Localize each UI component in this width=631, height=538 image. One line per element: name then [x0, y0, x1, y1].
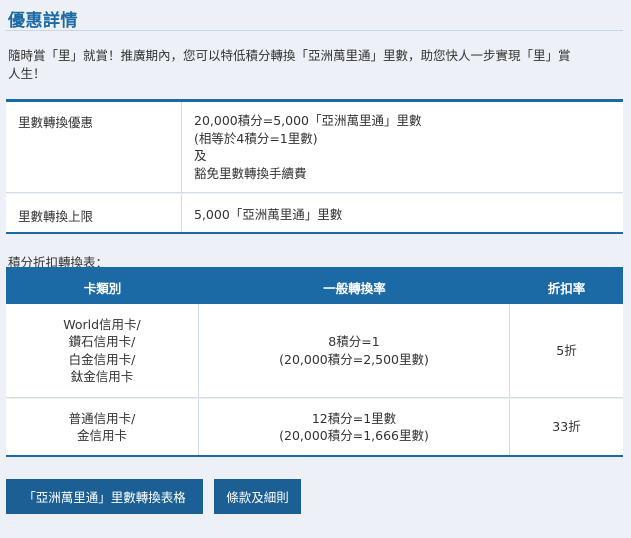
header-card-type: 卡類別 — [83, 281, 122, 296]
conversion-table-header: 卡類別 一般轉換率 折扣率 — [6, 267, 623, 304]
summary-value-line: (相等於4積分=1里數) — [194, 130, 318, 146]
card-type-line: 金信用卡 — [76, 428, 127, 443]
page-title: 優惠詳情 — [8, 11, 78, 31]
header-conversion-rate: 一般轉換率 — [323, 281, 386, 296]
conversion-rate-cell: 12積分=1里數 (20,000積分=1,666里數) — [199, 399, 510, 455]
card-type-line: World信用卡/ — [63, 316, 141, 332]
discount-cell: 33折 — [552, 419, 581, 435]
card-type-line: 鈦金信用卡 — [70, 369, 134, 384]
intro-line: 人生！ — [8, 66, 46, 81]
summary-table-bottom-border — [6, 232, 623, 234]
summary-value-line: 豁免里數轉換手續費 — [194, 165, 307, 181]
summary-label: 里數轉換優惠 — [6, 102, 182, 192]
rate-line: (20,000積分=2,500里數) — [279, 351, 429, 367]
summary-value: 20,000積分=5,000「亞洲萬里通」里數 (相等於4積分=1里數) 及 豁… — [194, 112, 615, 182]
card-type-line: 普通信用卡/ — [68, 410, 136, 426]
table-row: 普通信用卡/ 金信用卡 12積分=1里數 (20,000積分=1,666里數) … — [6, 399, 623, 455]
intro-line: 隨時賞「里」就賞！推廣期內，您可以特低積分轉換「亞洲萬里通」里數，助您快人一步實… — [8, 48, 571, 63]
summary-value-line: 5,000「亞洲萬里通」里數 — [194, 207, 343, 222]
intro-text: 隨時賞「里」就賞！推廣期內，您可以特低積分轉換「亞洲萬里通」里數，助您快人一步實… — [8, 47, 623, 83]
terms-and-conditions-button[interactable]: 條款及細則 — [214, 479, 301, 514]
header-discount: 折扣率 — [547, 281, 586, 296]
summary-value: 5,000「亞洲萬里通」里數 — [194, 206, 615, 224]
table-row: World信用卡/ 鑽石信用卡/ 白金信用卡/ 鈦金信用卡 8積分=1 (20,… — [6, 304, 623, 398]
conversion-table-bottom-border — [6, 455, 623, 457]
rate-line: 8積分=1 — [328, 334, 380, 349]
rate-line: (20,000積分=1,666里數) — [279, 428, 429, 443]
card-type-line: 鑽石信用卡/ — [68, 334, 136, 349]
summary-label: 里數轉換上限 — [6, 194, 182, 232]
rate-line: 12積分=1里數 — [311, 410, 397, 426]
conversion-rate-cell: 8積分=1 (20,000積分=2,500里數) — [199, 304, 510, 397]
card-type-cell: World信用卡/ 鑽石信用卡/ 白金信用卡/ 鈦金信用卡 — [6, 304, 199, 397]
discount-cell: 5折 — [556, 342, 577, 358]
card-type-cell: 普通信用卡/ 金信用卡 — [6, 399, 199, 455]
card-type-line: 白金信用卡/ — [68, 351, 136, 367]
mileage-conversion-table-button[interactable]: 「亞洲萬里通」里數轉換表格 — [6, 479, 203, 514]
summary-row-limit: 里數轉換上限 5,000「亞洲萬里通」里數 — [6, 194, 623, 232]
summary-value-line: 及 — [194, 148, 207, 163]
summary-row-offer: 里數轉換優惠 20,000積分=5,000「亞洲萬里通」里數 (相等於4積分=1… — [6, 102, 623, 193]
title-divider — [6, 30, 623, 31]
summary-value-line: 20,000積分=5,000「亞洲萬里通」里數 — [194, 113, 422, 128]
